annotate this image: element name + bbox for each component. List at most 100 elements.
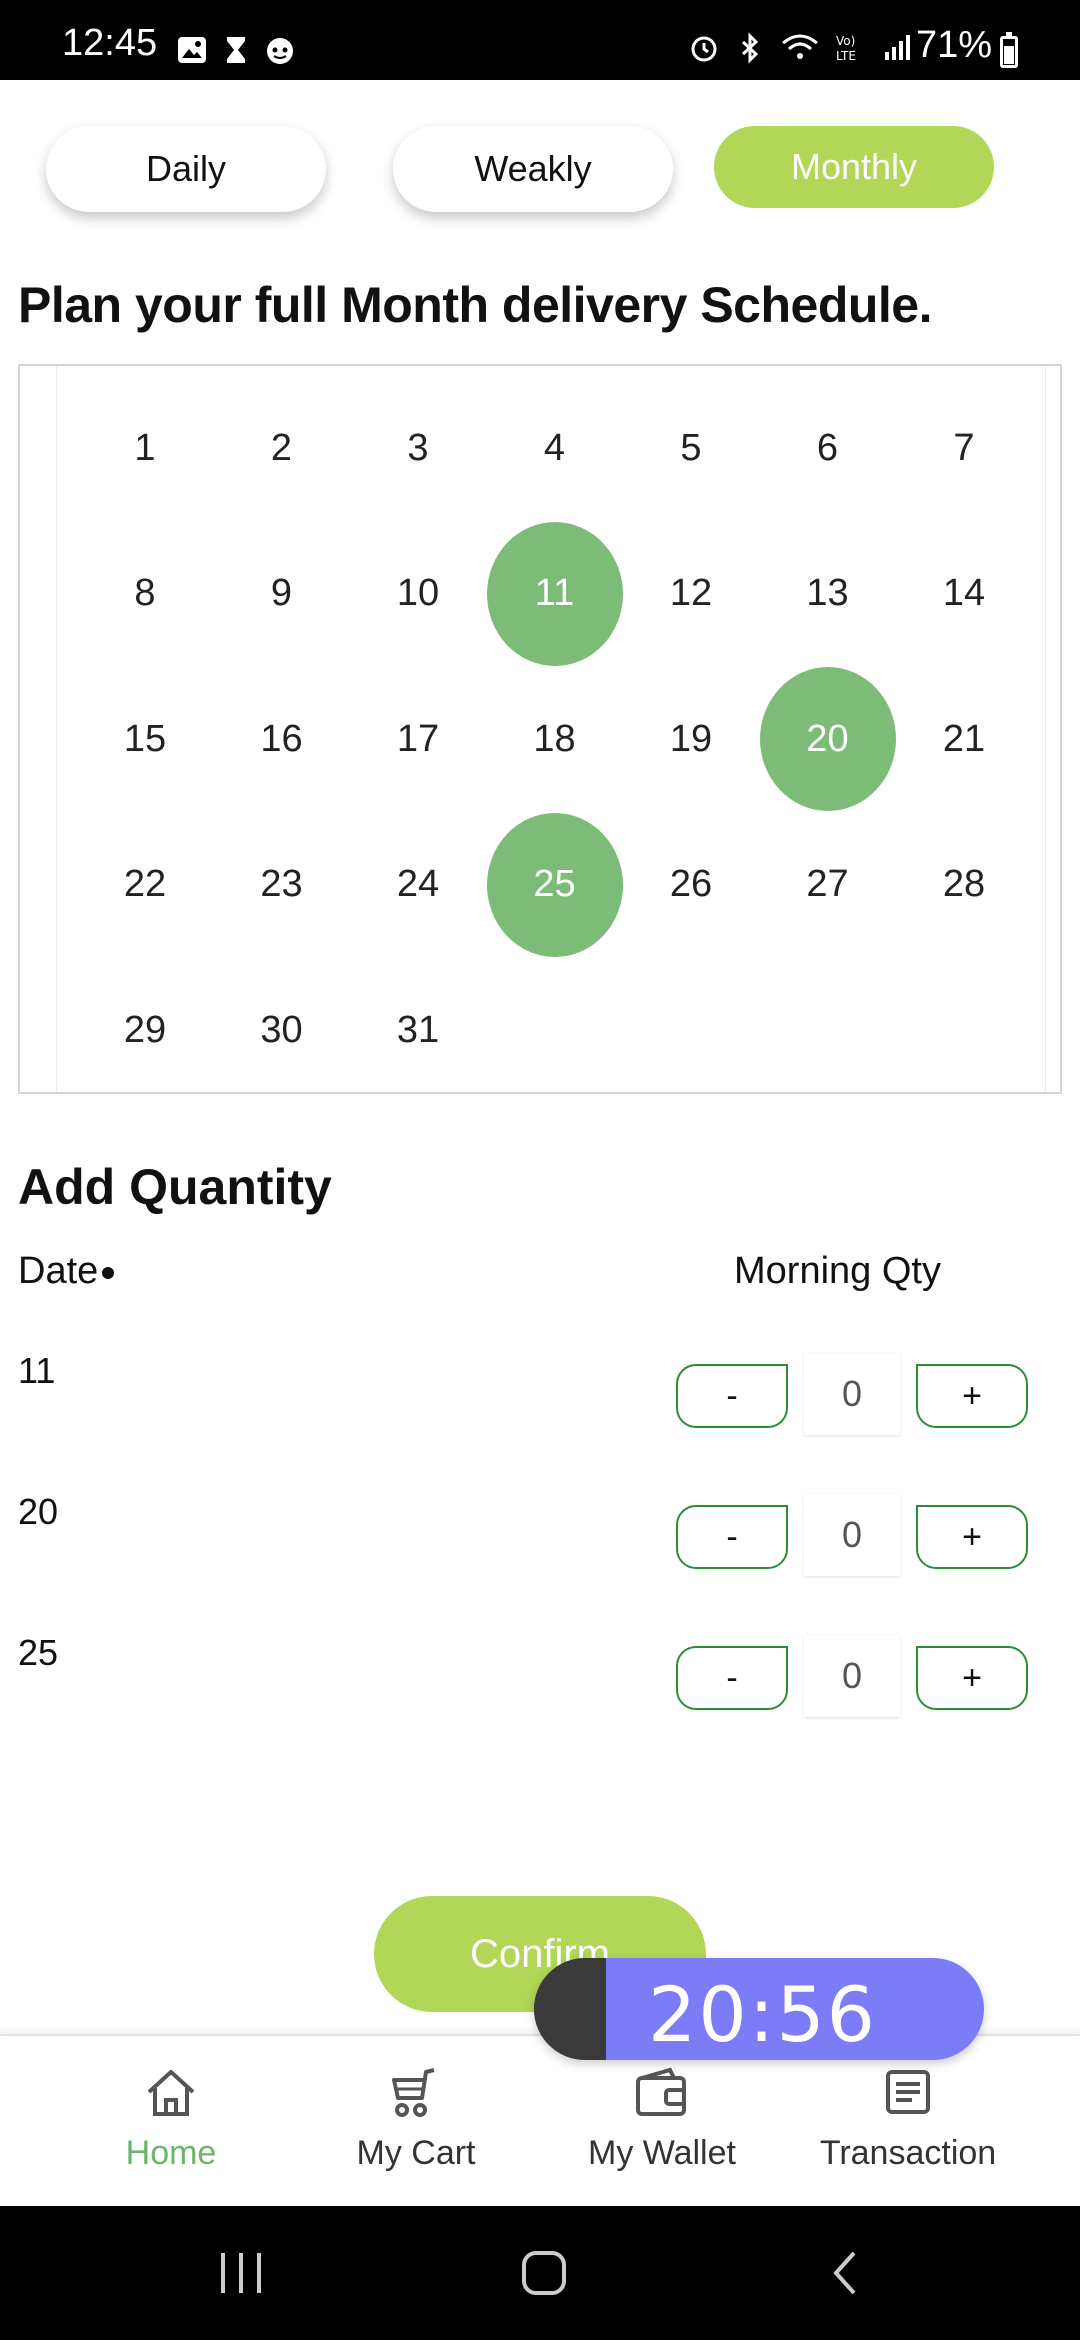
calendar-day-label: 23 [260,863,303,905]
calendar-day-9[interactable]: 9 [214,522,350,666]
calendar-day-22[interactable]: 22 [77,813,213,957]
calendar-day-24[interactable]: 24 [350,813,486,957]
status-time: 12:45 [62,22,158,64]
increase-button[interactable]: + [916,1646,1028,1710]
calendar-day-label: 22 [123,863,167,905]
recent-apps-button[interactable] [182,2206,302,2340]
calendar-day-label: 31 [396,1008,440,1051]
bluetooth-icon [741,32,759,64]
calendar-day-27[interactable]: 27 [760,813,896,957]
calendar-grid: 1 2 3 4 5 6 7 8 9 10 11 12 13 14 15 16 17 18 19 20 21 22 23 24 2… [56,366,1046,1092]
svg-text:Vo): Vo) [836,34,855,48]
tab-monthly[interactable]: Monthly [714,126,994,208]
calendar-day-17[interactable]: 17 [350,667,486,811]
status-bar: 12:45 Vo) LTE 71% [0,0,1080,80]
quantity-value[interactable]: 0 [804,1494,900,1576]
calendar-day-30[interactable]: 30 [214,958,350,1102]
calendar-day-label: 18 [533,717,576,760]
svg-text:LTE: LTE [836,49,856,63]
calendar-day-label: 10 [396,572,440,614]
month-calendar: 1 2 3 4 5 6 7 8 9 10 11 12 13 14 15 16 17 18 19 20 21 22 23 24 2… [18,364,1062,1094]
calendar-day-3[interactable]: 3 [350,376,486,520]
decrease-button[interactable]: - [676,1505,788,1569]
calendar-day-11[interactable]: 11 [486,521,623,666]
calendar-day-label: 15 [123,717,167,760]
calendar-day-label: 17 [396,717,440,760]
calendar-day-label: 2 [270,426,293,469]
home-button[interactable] [484,2206,604,2340]
calendar-day-label: 9 [270,572,293,614]
calendar-day-label: 21 [942,717,986,760]
calendar-day-26[interactable]: 26 [623,813,759,957]
timer-value: 20:56 [648,1970,878,2059]
calendar-day-29[interactable]: 29 [77,958,213,1102]
calendar-day-2[interactable]: 2 [214,376,350,520]
date-column-header: Date [18,1250,115,1293]
recents-icon [221,2253,261,2293]
alarm-icon [691,36,717,62]
calendar-day-6[interactable]: 6 [760,376,896,520]
hourglass-icon [227,37,245,63]
calendar-day-label: 28 [942,863,986,905]
calendar-day-15[interactable]: 15 [77,667,213,811]
signal-icon [885,35,910,60]
nav-home[interactable]: Home [100,2036,242,2208]
calendar-day-10[interactable]: 10 [350,522,486,666]
calendar-day-label: 20 [806,717,849,760]
calendar-day-label: 27 [806,863,849,905]
calendar-day-21[interactable]: 21 [896,667,1032,811]
calendar-day-5[interactable]: 5 [623,376,759,520]
required-dot [102,1266,115,1279]
calendar-day-label: 29 [123,1008,167,1051]
quantity-value[interactable]: 0 [804,1353,900,1435]
calendar-day-label: 24 [396,863,440,905]
home-icon [147,2070,195,2116]
page-title: Plan your full Month delivery Schedule. [18,277,933,333]
calendar-day-28[interactable]: 28 [896,813,1032,957]
calendar-day-label: 8 [134,572,156,614]
back-button[interactable] [786,2206,906,2340]
calendar-day-19[interactable]: 19 [623,667,759,811]
battery-icon [1000,32,1018,68]
increase-button[interactable]: + [916,1505,1028,1569]
calendar-day-31[interactable]: 31 [350,958,486,1102]
timer-drag-handle[interactable] [534,1958,606,2060]
increase-button[interactable]: + [916,1364,1028,1428]
calendar-day-label: 5 [680,426,702,469]
quantity-value[interactable]: 0 [804,1635,900,1717]
nav-transaction[interactable]: Transaction [800,2036,1016,2208]
tab-weekly[interactable]: Weakly [393,126,673,212]
tab-daily[interactable]: Daily [46,126,326,212]
decrease-button[interactable]: - [676,1364,788,1428]
back-chevron-icon [833,2251,856,2295]
calendar-day-25[interactable]: 25 [486,812,623,957]
qty-row-date: 25 [18,1632,59,1673]
calendar-day-8[interactable]: 8 [77,522,213,666]
calendar-day-20[interactable]: 20 [759,667,896,811]
calendar-day-label: 13 [806,572,849,614]
calendar-day-label: 7 [953,426,975,469]
calendar-day-14[interactable]: 14 [896,522,1032,666]
calendar-day-18[interactable]: 18 [487,667,623,811]
nav-my-cart[interactable]: My Cart [336,2036,496,2208]
floating-timer[interactable]: 20:56 [534,1958,984,2060]
date-header-label: Date [18,1250,99,1292]
calendar-day-label: 12 [669,572,713,614]
calendar-day-label: 6 [816,426,839,469]
calendar-day-1[interactable]: 1 [77,376,213,520]
calendar-day-label: 25 [533,863,576,905]
battery-percent: 71% [916,24,993,66]
calendar-day-12[interactable]: 12 [623,522,759,666]
calendar-day-4[interactable]: 4 [487,376,623,520]
decrease-button[interactable]: - [676,1646,788,1710]
gallery-icon [178,37,206,63]
calendar-day-label: 26 [669,863,713,905]
wifi-icon [782,34,818,59]
calendar-day-23[interactable]: 23 [214,813,350,957]
calendar-day-13[interactable]: 13 [760,522,896,666]
calendar-day-7[interactable]: 7 [896,376,1032,520]
nav-wallet-label: My Wallet [588,2134,736,2172]
transaction-icon [886,2070,930,2114]
calendar-day-16[interactable]: 16 [214,667,350,811]
nav-my-wallet[interactable]: My Wallet [572,2036,752,2208]
